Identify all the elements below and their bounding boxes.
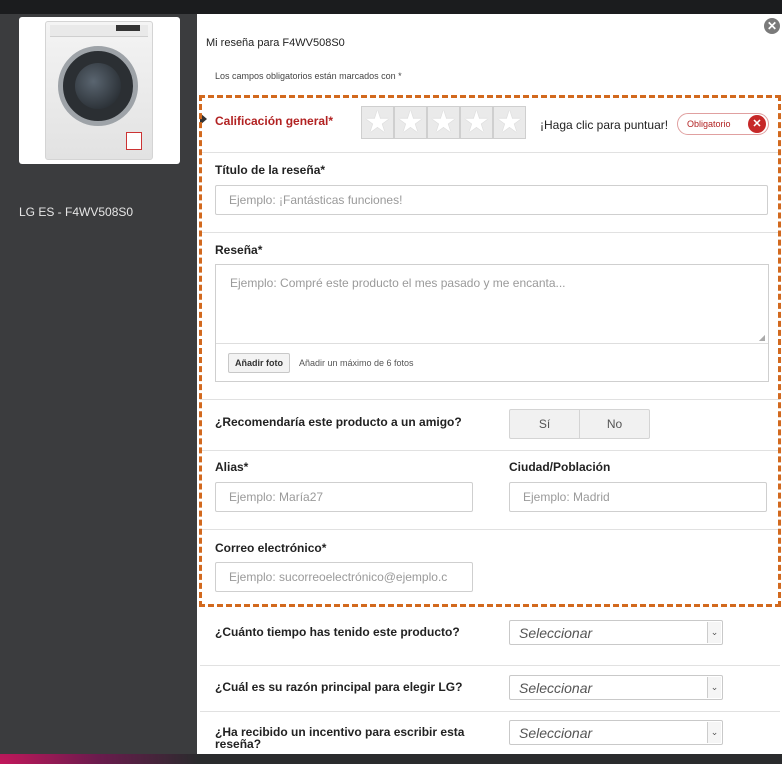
- pointer-arrow-icon: [200, 113, 207, 125]
- drum: [75, 63, 121, 109]
- review-title-input[interactable]: Ejemplo: ¡Fantásticas funciones!: [215, 185, 768, 215]
- door: [58, 46, 138, 126]
- required-badge: Obligatorio ✕: [677, 113, 769, 135]
- divider: [200, 665, 780, 666]
- divider: [200, 232, 780, 233]
- divider: [200, 399, 780, 400]
- product-image: [19, 17, 180, 164]
- top-bar: [0, 0, 782, 14]
- city-input[interactable]: Ejemplo: Madrid: [509, 482, 767, 512]
- required-note: Los campos obligatorios están marcados c…: [215, 71, 402, 81]
- question-label: ¿Ha recibido un incentivo para escribir …: [215, 725, 465, 751]
- star-icon[interactable]: ★: [460, 106, 493, 139]
- city-label: Ciudad/Población: [509, 460, 611, 474]
- alias-input[interactable]: Ejemplo: María27: [215, 482, 473, 512]
- divider: [200, 529, 780, 530]
- review-title-label: Título de la reseña*: [215, 163, 326, 177]
- review-label: Reseña*: [215, 243, 263, 257]
- review-textarea[interactable]: Ejemplo: Compré este producto el mes pas…: [215, 264, 769, 382]
- recommend-yes-button[interactable]: Sí: [510, 410, 579, 438]
- divider: [200, 152, 780, 153]
- divider: [200, 711, 780, 712]
- chevron-down-icon[interactable]: ⌄: [707, 722, 721, 743]
- add-photo-button[interactable]: Añadir foto: [228, 353, 290, 373]
- select-value: Seleccionar: [519, 625, 593, 641]
- chevron-down-icon[interactable]: ⌄: [707, 677, 721, 698]
- required-badge-label: Obligatorio: [687, 119, 731, 129]
- recommend-no-button[interactable]: No: [579, 410, 649, 438]
- reason-select[interactable]: Seleccionar ⌄: [509, 675, 723, 700]
- form-title: Mi reseña para F4WV508S0: [206, 37, 345, 49]
- chevron-down-icon[interactable]: ⌄: [707, 622, 721, 643]
- recommend-label: ¿Recomendaría este producto a un amigo?: [215, 415, 462, 429]
- star-icon[interactable]: ★: [361, 106, 394, 139]
- textarea-divider: [216, 343, 768, 344]
- review-placeholder: Ejemplo: Compré este producto el mes pas…: [230, 276, 566, 290]
- email-input[interactable]: Ejemplo: sucorreoelectrónico@ejemplo.c: [215, 562, 473, 592]
- recommend-toggle[interactable]: Sí No: [509, 409, 650, 439]
- incentive-select[interactable]: Seleccionar ⌄: [509, 720, 723, 745]
- select-value: Seleccionar: [519, 725, 593, 741]
- ownership-duration-select[interactable]: Seleccionar ⌄: [509, 620, 723, 645]
- star-icon[interactable]: ★: [427, 106, 460, 139]
- rating-label: Calificación general*: [215, 114, 334, 128]
- select-value: Seleccionar: [519, 680, 593, 696]
- close-icon[interactable]: ✕: [764, 18, 780, 34]
- resize-handle-icon[interactable]: ◢: [759, 333, 765, 342]
- photo-note: Añadir un máximo de 6 fotos: [299, 358, 414, 368]
- question-label: ¿Cuál es su razón principal para elegir …: [215, 680, 463, 694]
- star-icon[interactable]: ★: [394, 106, 427, 139]
- x-circle-icon: ✕: [748, 115, 766, 133]
- divider: [200, 450, 780, 451]
- alias-label: Alias*: [215, 460, 249, 474]
- star-rating[interactable]: ★ ★ ★ ★ ★: [361, 106, 526, 139]
- email-label: Correo electrónico*: [215, 541, 327, 555]
- energy-label: [126, 132, 142, 150]
- washing-machine-illustration: [45, 21, 153, 160]
- product-name: LG ES - F4WV508S0: [19, 205, 134, 219]
- question-label: ¿Cuánto tiempo has tenido este producto?: [215, 625, 460, 639]
- display-screen: [116, 25, 140, 31]
- rating-hint: ¡Haga clic para puntuar!: [540, 118, 669, 132]
- star-icon[interactable]: ★: [493, 106, 526, 139]
